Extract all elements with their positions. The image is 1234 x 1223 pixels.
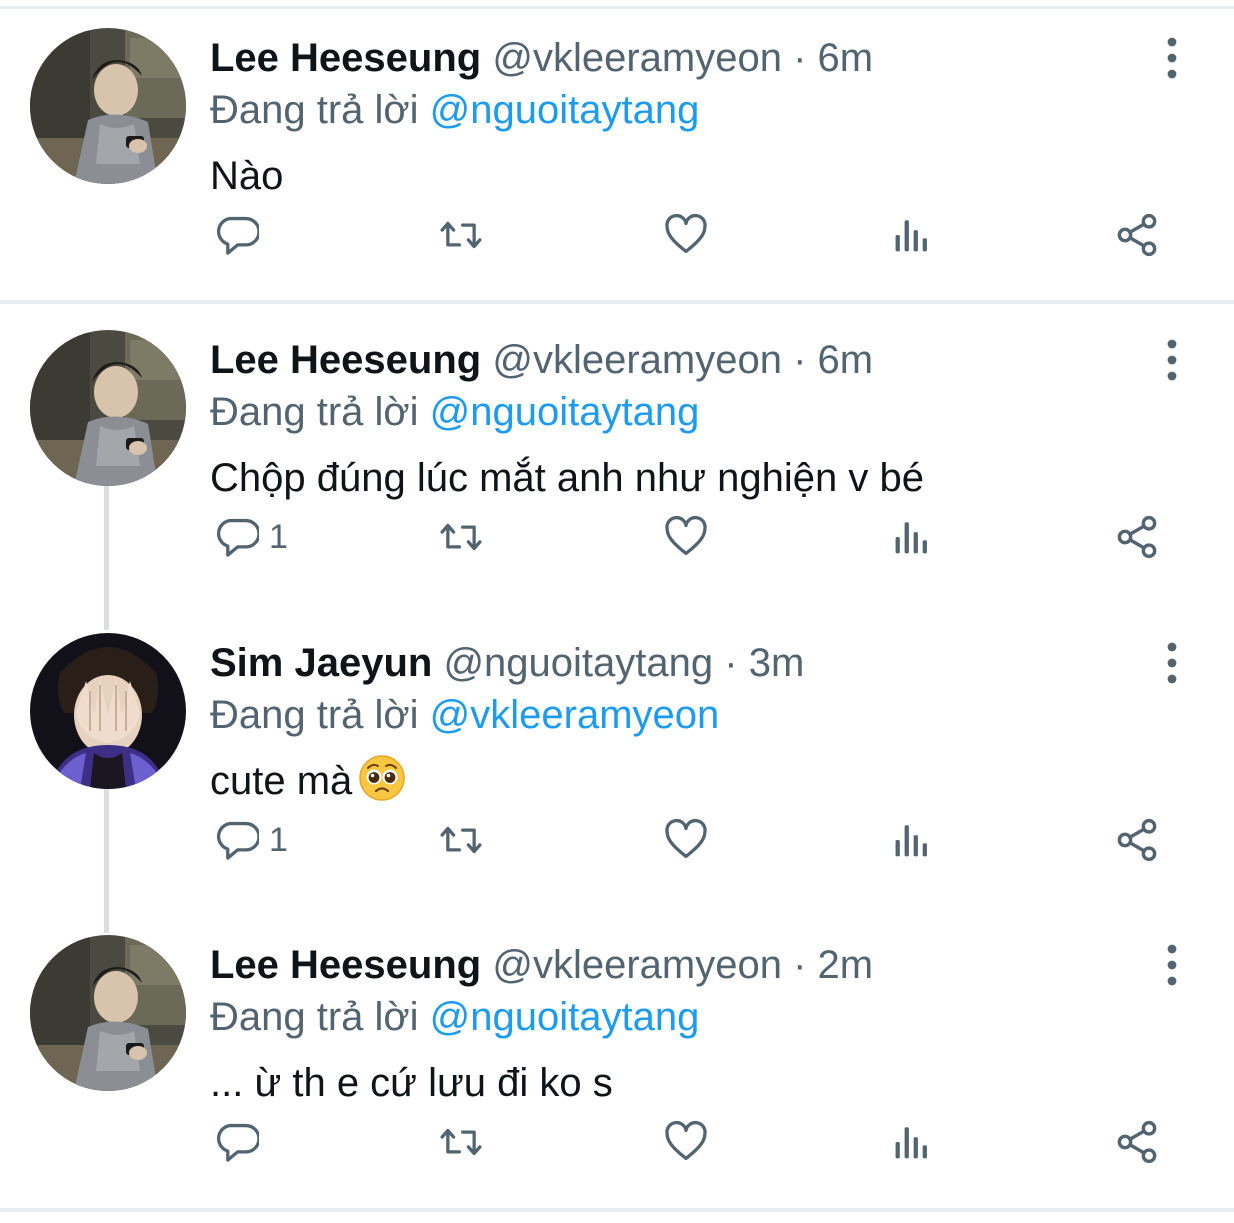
- avatar[interactable]: [30, 330, 186, 486]
- like-button[interactable]: [663, 1116, 709, 1168]
- views-button[interactable]: [889, 1116, 935, 1168]
- tweet-header: Lee Heeseung @vkleeramyeon · 2m: [210, 939, 873, 991]
- retweet-button[interactable]: [435, 209, 487, 261]
- reply-count: 1: [269, 517, 288, 556]
- avatar[interactable]: [30, 28, 186, 184]
- timestamp[interactable]: · 2m: [793, 943, 873, 987]
- share-button[interactable]: [1113, 209, 1161, 261]
- more-icon[interactable]: [1152, 943, 1192, 987]
- reply-icon: [216, 821, 259, 860]
- replying-to-label: Đang trả lời: [210, 995, 419, 1039]
- like-button[interactable]: [663, 209, 709, 261]
- reply-button[interactable]: [213, 209, 269, 261]
- handle[interactable]: @vkleeramyeon: [492, 338, 782, 382]
- replying-to-handle[interactable]: @nguoitaytang: [430, 88, 700, 132]
- handle[interactable]: @vkleeramyeon: [492, 943, 782, 987]
- like-icon: [665, 213, 707, 254]
- tweet[interactable]: Sim Jaeyun @nguoitaytang · 3m Đang trả l…: [0, 609, 1234, 899]
- reply-count: 1: [269, 820, 288, 859]
- retweet-icon: [440, 826, 482, 854]
- replying-to: Đang trả lời @nguoitaytang: [210, 386, 699, 438]
- tweet[interactable]: Lee Heeseung @vkleeramyeon · 6m Đang trả…: [0, 306, 1234, 596]
- views-button[interactable]: [889, 814, 935, 866]
- replying-to: Đang trả lời @nguoitaytang: [210, 991, 699, 1043]
- tweet-text-container: cute mà: [210, 753, 406, 817]
- more-icon[interactable]: [1152, 338, 1192, 382]
- replying-to: Đang trả lời @vkleeramyeon: [210, 689, 719, 741]
- replying-to-label: Đang trả lời: [210, 390, 419, 434]
- replying-to-handle[interactable]: @nguoitaytang: [430, 390, 700, 434]
- tweet-header: Lee Heeseung @vkleeramyeon · 6m: [210, 334, 873, 386]
- like-icon: [665, 515, 707, 556]
- retweet-icon: [440, 1128, 482, 1156]
- avatar[interactable]: [30, 633, 186, 789]
- reply-icon: [216, 518, 259, 557]
- handle[interactable]: @nguoitaytang: [443, 641, 713, 685]
- reply-icon: [216, 1123, 259, 1162]
- tweet-divider: [0, 300, 1234, 304]
- views-button[interactable]: [889, 511, 935, 563]
- share-button[interactable]: [1113, 511, 1161, 563]
- tweet-header: Sim Jaeyun @nguoitaytang · 3m: [210, 637, 804, 689]
- display-name[interactable]: Lee Heeseung: [210, 36, 481, 80]
- tweet-text: Chộp đúng lúc mắt anh như nghiện v bé: [210, 456, 924, 500]
- share-icon: [1117, 818, 1157, 862]
- share-icon: [1117, 1120, 1157, 1164]
- handle[interactable]: @vkleeramyeon: [492, 36, 782, 80]
- display-name[interactable]: Lee Heeseung: [210, 943, 481, 987]
- views-icon: [895, 220, 927, 252]
- more-icon[interactable]: [1152, 36, 1192, 80]
- timestamp[interactable]: · 6m: [793, 338, 873, 382]
- replying-to: Đang trả lời @nguoitaytang: [210, 84, 699, 136]
- display-name[interactable]: Sim Jaeyun: [210, 641, 432, 685]
- retweet-icon: [440, 523, 482, 551]
- retweet-button[interactable]: [435, 814, 487, 866]
- views-icon: [895, 825, 927, 857]
- replying-to-label: Đang trả lời: [210, 88, 419, 132]
- timestamp[interactable]: · 3m: [724, 641, 804, 685]
- bottom-divider: [0, 1208, 1234, 1212]
- tweet-text: Nào: [210, 154, 284, 198]
- like-icon: [665, 1120, 707, 1161]
- like-icon: [665, 818, 707, 859]
- tweet[interactable]: Lee Heeseung @vkleeramyeon · 2m Đang trả…: [0, 911, 1234, 1201]
- reply-button[interactable]: 1: [213, 814, 288, 866]
- tweet[interactable]: Lee Heeseung @vkleeramyeon · 6m Đang trả…: [0, 4, 1234, 294]
- display-name[interactable]: Lee Heeseung: [210, 338, 481, 382]
- views-icon: [895, 522, 927, 554]
- retweet-button[interactable]: [435, 511, 487, 563]
- share-icon: [1117, 515, 1157, 559]
- share-button[interactable]: [1113, 814, 1161, 866]
- reply-button[interactable]: [213, 1116, 269, 1168]
- retweet-icon: [440, 221, 482, 249]
- avatar[interactable]: [30, 935, 186, 1091]
- tweet-text: cute mà: [210, 759, 353, 803]
- tweet-text: ... ừ th e cứ lưu đi ko s: [210, 1061, 613, 1105]
- replying-to-handle[interactable]: @nguoitaytang: [430, 995, 700, 1039]
- reply-icon: [216, 216, 259, 255]
- replying-to-handle[interactable]: @vkleeramyeon: [430, 693, 720, 737]
- views-button[interactable]: [889, 209, 935, 261]
- pleading-face-emoji: [358, 754, 406, 817]
- retweet-button[interactable]: [435, 1116, 487, 1168]
- share-button[interactable]: [1113, 1116, 1161, 1168]
- like-button[interactable]: [663, 814, 709, 866]
- timestamp[interactable]: · 6m: [793, 36, 873, 80]
- like-button[interactable]: [663, 511, 709, 563]
- reply-button[interactable]: 1: [213, 511, 288, 563]
- more-icon[interactable]: [1152, 641, 1192, 685]
- tweet-header: Lee Heeseung @vkleeramyeon · 6m: [210, 32, 873, 84]
- replying-to-label: Đang trả lời: [210, 693, 419, 737]
- share-icon: [1117, 213, 1157, 257]
- views-icon: [895, 1127, 927, 1159]
